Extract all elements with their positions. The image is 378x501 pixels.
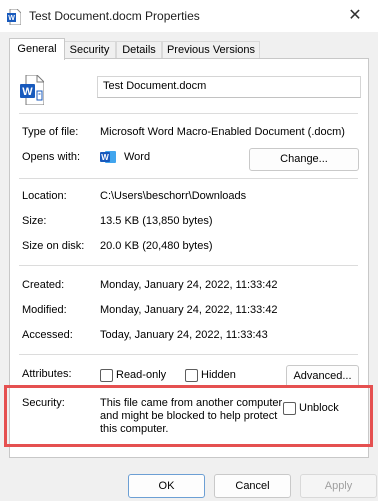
type-of-file-value: Microsoft Word Macro-Enabled Document (.… (100, 126, 345, 138)
security-highlight-box (4, 385, 373, 447)
cancel-button[interactable]: Cancel (214, 474, 291, 498)
created-label: Created: (22, 279, 65, 291)
accessed-value: Today, January 24, 2022, 11:33:43 (100, 329, 268, 341)
file-name-input[interactable]: Test Document.docm (97, 76, 361, 98)
location-value: C:\Users\beschorr\Downloads (100, 190, 247, 202)
attributes-label: Attributes: (22, 368, 72, 380)
apply-button[interactable]: Apply (300, 474, 377, 498)
separator (19, 113, 358, 114)
read-only-checkbox[interactable] (100, 369, 113, 382)
tab-general[interactable]: General (9, 38, 65, 60)
word-document-icon: W (20, 74, 45, 106)
created-value: Monday, January 24, 2022, 11:33:42 (100, 279, 278, 291)
opens-with-label: Opens with: (22, 151, 81, 163)
close-icon[interactable]: ✕ (344, 6, 366, 26)
title-bar: W Test Document.docm Properties ✕ (0, 0, 378, 32)
size-on-disk-label: Size on disk: (22, 240, 85, 252)
window-title: Test Document.docm Properties (29, 9, 200, 23)
change-button[interactable]: Change... (249, 148, 359, 171)
separator (19, 265, 358, 266)
opens-with-value: Word (124, 151, 151, 163)
modified-value: Monday, January 24, 2022, 11:33:42 (100, 304, 278, 316)
word-doc-icon: W (7, 8, 22, 26)
hidden-checkbox[interactable] (185, 369, 198, 382)
file-name-value: Test Document.docm (103, 80, 207, 92)
separator (19, 178, 358, 179)
svg-text:W: W (8, 15, 15, 22)
size-label: Size: (22, 215, 47, 227)
tab-security[interactable]: Security (63, 41, 116, 59)
type-of-file-label: Type of file: (22, 126, 79, 138)
svg-text:W: W (22, 86, 33, 98)
size-value: 13.5 KB (13,850 bytes) (100, 215, 213, 227)
modified-label: Modified: (22, 304, 67, 316)
tab-details[interactable]: Details (116, 41, 162, 59)
read-only-label[interactable]: Read-only (116, 369, 166, 381)
size-on-disk-value: 20.0 KB (20,480 bytes) (100, 240, 213, 252)
hidden-label[interactable]: Hidden (201, 369, 236, 381)
accessed-label: Accessed: (22, 329, 73, 341)
location-label: Location: (22, 190, 67, 202)
separator (19, 354, 358, 355)
word-app-icon: W (100, 150, 116, 164)
tab-previous-versions[interactable]: Previous Versions (162, 41, 260, 59)
svg-text:W: W (101, 153, 109, 162)
ok-button[interactable]: OK (128, 474, 205, 498)
